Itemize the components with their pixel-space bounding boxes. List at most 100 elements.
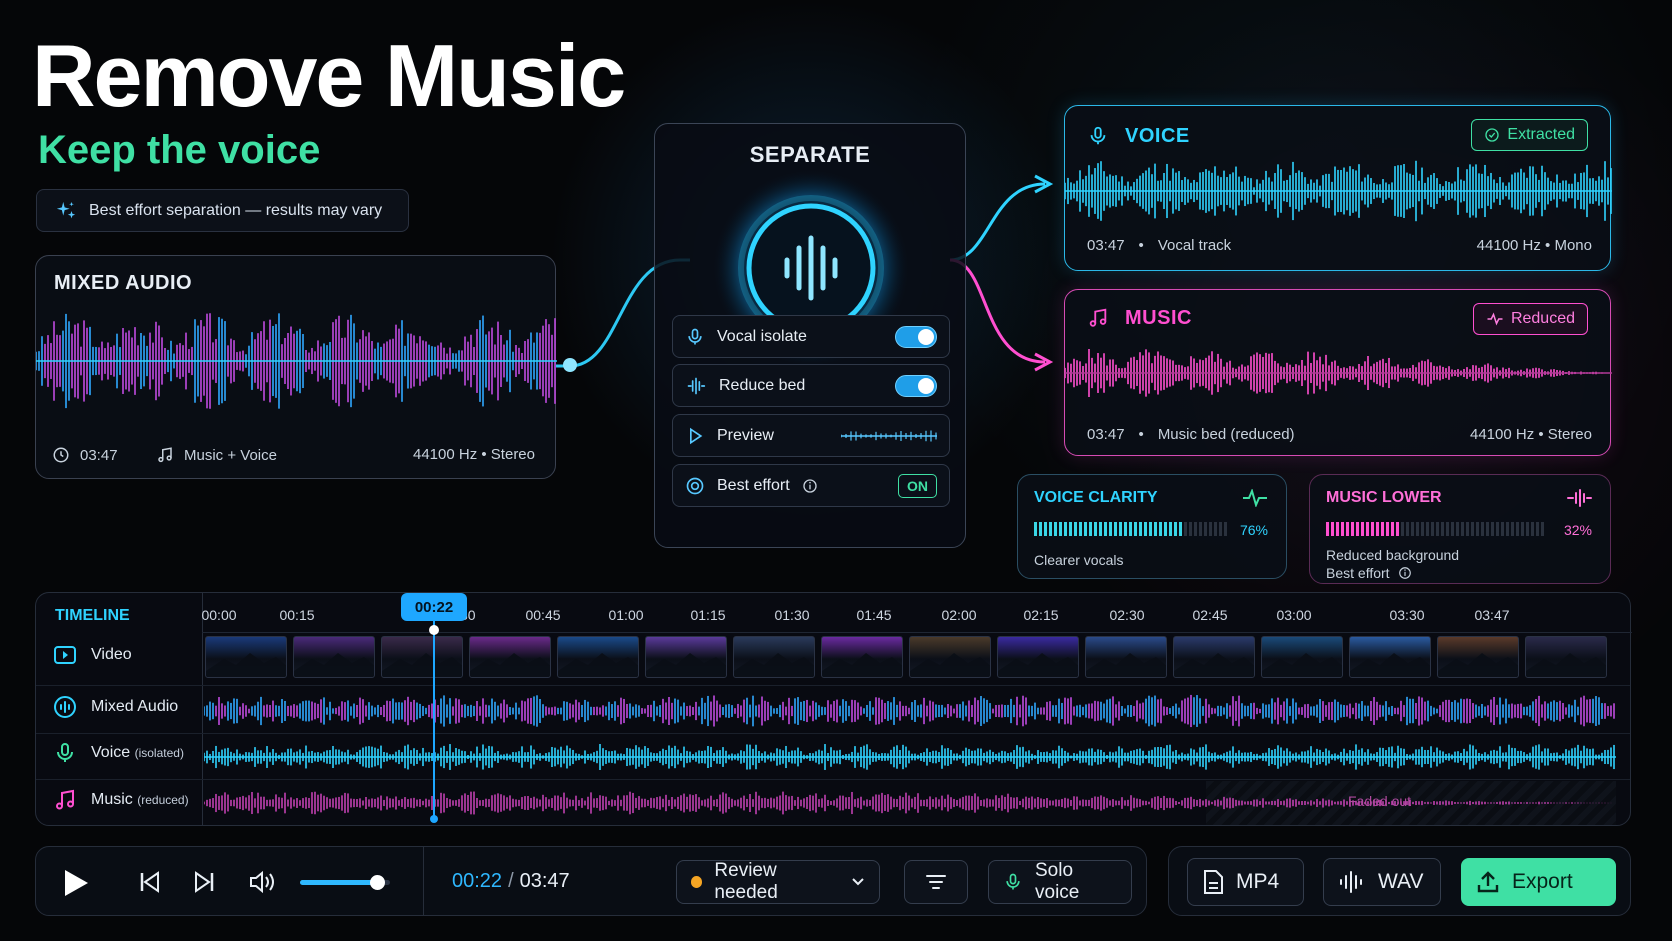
voice-clarity-title: VOICE CLARITY bbox=[1034, 489, 1158, 506]
music-lower-card: MUSIC LOWER 32% Reduced background Best … bbox=[1309, 474, 1611, 584]
vocal-isolate-toggle[interactable] bbox=[895, 325, 937, 348]
video-thumbnail[interactable] bbox=[1173, 636, 1255, 678]
microphone-icon bbox=[685, 327, 705, 347]
play-icon[interactable] bbox=[62, 868, 90, 898]
voice-clarity-meter bbox=[1034, 522, 1227, 536]
microphone-icon bbox=[53, 741, 77, 765]
bullet-separator: • bbox=[1138, 426, 1144, 443]
target-icon bbox=[685, 476, 705, 496]
voice-title: VOICE bbox=[1125, 124, 1190, 147]
chevron-down-icon bbox=[851, 877, 865, 887]
separate-title: SEPARATE bbox=[749, 142, 871, 167]
mixed-audio-title: MIXED AUDIO bbox=[54, 272, 193, 294]
separate-panel: SEPARATE Vocal isolate Reduce bed Previe… bbox=[654, 123, 966, 548]
total-time: 03:47 bbox=[519, 870, 570, 892]
export-button[interactable]: Export bbox=[1461, 858, 1616, 906]
solo-voice-button[interactable]: Solo voice bbox=[988, 860, 1132, 904]
filter-icon bbox=[925, 873, 947, 891]
voice-duration: 03:47 bbox=[1087, 237, 1125, 254]
video-thumbnail[interactable] bbox=[821, 636, 903, 678]
review-status-dropdown[interactable]: Review needed bbox=[676, 860, 880, 904]
music-waveform bbox=[1065, 348, 1612, 398]
mixed-content: Music + Voice bbox=[156, 446, 277, 464]
vocal-isolate-row[interactable]: Vocal isolate bbox=[672, 315, 950, 358]
video-thumbnail[interactable] bbox=[381, 636, 463, 678]
playhead-line[interactable] bbox=[433, 621, 435, 819]
info-icon[interactable] bbox=[802, 478, 818, 494]
waveform-small-icon bbox=[685, 376, 707, 396]
track-label-voice-suffix: (isolated) bbox=[134, 746, 184, 760]
video-thumbnail[interactable] bbox=[909, 636, 991, 678]
track-label-video-text: Video bbox=[91, 646, 132, 663]
info-icon[interactable] bbox=[1398, 566, 1412, 580]
mixed-audio-track[interactable] bbox=[204, 689, 1616, 733]
skip-forward-icon[interactable] bbox=[193, 871, 215, 893]
video-thumbnail[interactable] bbox=[293, 636, 375, 678]
timeline-tick: 02:00 bbox=[941, 607, 977, 623]
video-thumbnail[interactable] bbox=[557, 636, 639, 678]
playhead-label[interactable]: 00:22 bbox=[401, 593, 467, 621]
timeline-tick: 03:47 bbox=[1474, 607, 1510, 623]
video-thumbnail[interactable] bbox=[1349, 636, 1431, 678]
bullet-separator: • bbox=[1138, 237, 1144, 254]
status-dot bbox=[691, 876, 703, 888]
reduce-bed-row[interactable]: Reduce bed bbox=[672, 364, 950, 407]
video-thumbnail[interactable] bbox=[1437, 636, 1519, 678]
voice-clarity-value: 76% bbox=[1239, 522, 1268, 538]
music-lower-caption2: Best effort bbox=[1326, 565, 1412, 581]
microphone-icon bbox=[1003, 870, 1023, 894]
track-label-music: Music (reduced) bbox=[53, 788, 189, 812]
video-thumbnail[interactable] bbox=[1525, 636, 1607, 678]
music-output-panel: MUSIC Reduced 03:47 • Music bed (reduced… bbox=[1064, 289, 1612, 456]
video-thumbnail[interactable] bbox=[469, 636, 551, 678]
skip-back-icon[interactable] bbox=[139, 871, 161, 893]
preview-row[interactable]: Preview bbox=[672, 414, 950, 457]
mixed-waveform bbox=[36, 313, 557, 409]
music-lower-meter bbox=[1326, 522, 1544, 536]
export-label: Export bbox=[1512, 870, 1573, 893]
wav-button[interactable]: WAV bbox=[1323, 858, 1441, 906]
best-effort-on-badge[interactable]: ON bbox=[898, 473, 937, 498]
video-thumbnail[interactable] bbox=[1261, 636, 1343, 678]
timeline-tick: 01:45 bbox=[856, 607, 892, 623]
voice-track[interactable] bbox=[204, 735, 1616, 779]
voice-waveform bbox=[1065, 160, 1612, 222]
solo-voice-label: Solo voice bbox=[1035, 860, 1080, 903]
timeline-panel: TIMELINE 00:0000:1500:3000:4501:0001:150… bbox=[35, 592, 1632, 826]
timeline-tick: 01:15 bbox=[690, 607, 726, 623]
upload-icon bbox=[1476, 870, 1500, 894]
check-circle-icon bbox=[1484, 127, 1500, 143]
music-desc: Music bed (reduced) bbox=[1157, 426, 1295, 443]
timeline-tick: 00:15 bbox=[279, 607, 315, 623]
reduced-badge-text: Reduced bbox=[1510, 310, 1575, 327]
music-lower-caption2-text: Best effort bbox=[1326, 565, 1390, 581]
video-thumbnail[interactable] bbox=[733, 636, 815, 678]
volume-icon[interactable] bbox=[248, 869, 278, 895]
timeline-tick: 03:00 bbox=[1276, 607, 1312, 623]
timeline-tick: 01:30 bbox=[774, 607, 810, 623]
video-thumbnail[interactable] bbox=[1085, 636, 1167, 678]
video-thumbnail[interactable] bbox=[645, 636, 727, 678]
music-note-icon bbox=[1087, 306, 1109, 330]
best-effort-row[interactable]: Best effort ON bbox=[672, 464, 950, 507]
reduce-bed-label: Reduce bed bbox=[719, 376, 806, 394]
faded-out-label: Faded out bbox=[1348, 793, 1412, 809]
export-bar: MP4 WAV Export bbox=[1168, 846, 1631, 916]
track-label-music-suffix: (reduced) bbox=[137, 793, 189, 807]
music-duration: 03:47 bbox=[1087, 426, 1125, 443]
playhead-handle[interactable] bbox=[429, 625, 439, 635]
mp4-button[interactable]: MP4 bbox=[1187, 858, 1304, 906]
timeline-tick: 01:00 bbox=[608, 607, 644, 623]
filter-button[interactable] bbox=[904, 860, 968, 904]
voice-format: 44100 Hz • Mono bbox=[1476, 237, 1592, 254]
timeline-tick: 03:30 bbox=[1389, 607, 1425, 623]
video-thumbnail[interactable] bbox=[997, 636, 1079, 678]
reduce-bed-toggle[interactable] bbox=[895, 374, 937, 397]
play-outline-icon bbox=[685, 426, 705, 446]
microphone-icon bbox=[1087, 124, 1109, 148]
video-thumbnail[interactable] bbox=[205, 636, 287, 678]
mp4-label: MP4 bbox=[1236, 870, 1280, 893]
timeline-tick: 02:30 bbox=[1109, 607, 1145, 623]
music-note-icon bbox=[156, 446, 174, 464]
volume-slider[interactable] bbox=[300, 875, 390, 890]
